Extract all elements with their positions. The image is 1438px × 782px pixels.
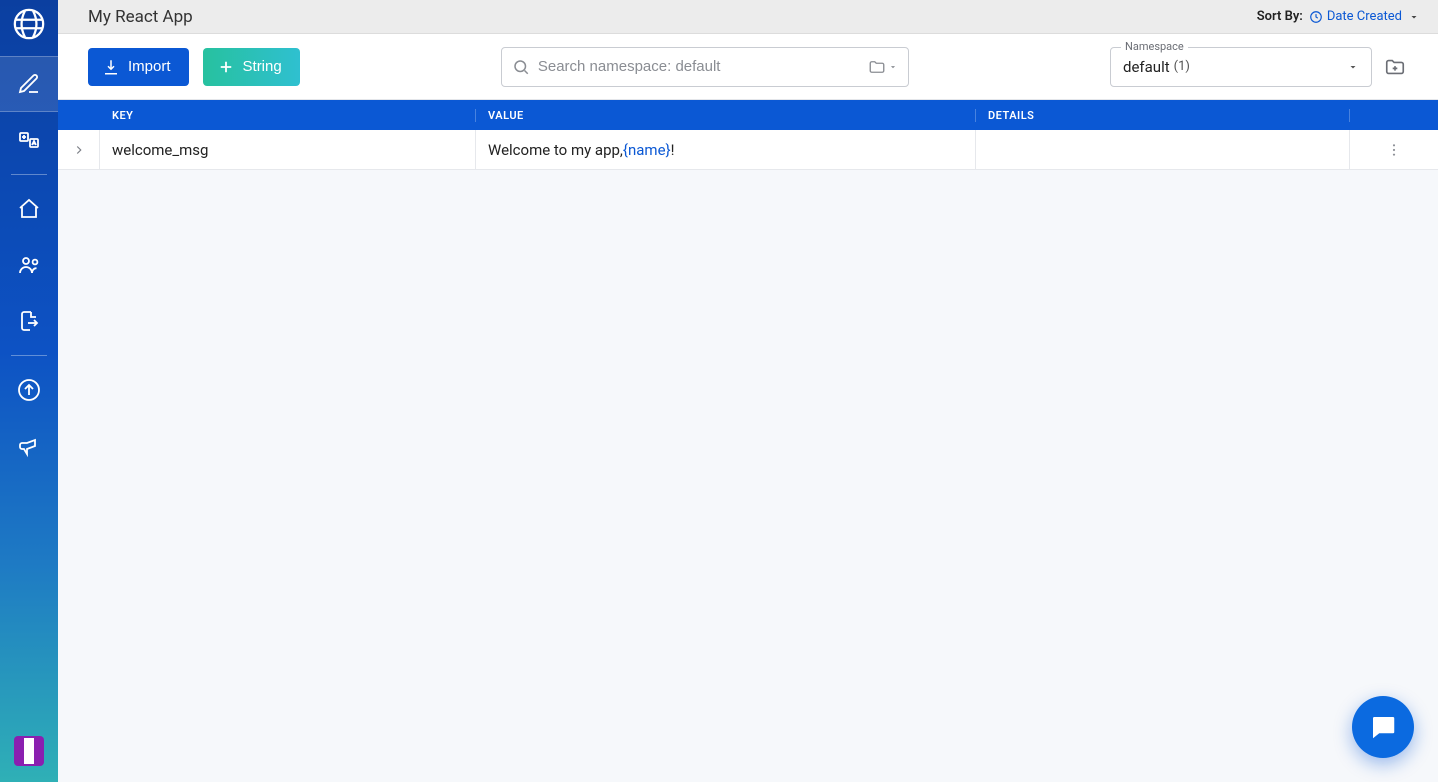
cell-details [976, 130, 1350, 169]
folder-icon [868, 58, 886, 76]
namespace-count: (1) [1174, 59, 1190, 74]
toolbar: Import String Namespace default (1) [58, 34, 1438, 100]
home-icon [17, 197, 41, 221]
search-input[interactable] [538, 58, 860, 75]
search-folder-filter[interactable] [868, 58, 898, 76]
namespace-value: default [1123, 58, 1170, 76]
sidebar-item-announce[interactable] [0, 418, 58, 474]
upload-icon [17, 378, 41, 402]
cell-key: welcome_msg [100, 130, 476, 169]
edit-icon [17, 72, 41, 96]
caret-down-icon [1347, 61, 1359, 73]
chevron-right-icon [72, 143, 86, 157]
chat-fab[interactable] [1352, 696, 1414, 758]
th-details: DETAILS [976, 109, 1350, 122]
app-title: My React App [88, 7, 193, 27]
translate-icon [17, 128, 41, 152]
caret-down-icon [888, 62, 898, 72]
sidebar-item-edit[interactable] [0, 56, 58, 112]
sidebar-divider [11, 355, 47, 356]
table-header: KEY VALUE DETAILS [58, 100, 1438, 130]
import-icon [102, 58, 120, 76]
th-value: VALUE [476, 109, 976, 122]
namespace-select[interactable]: Namespace default (1) [1110, 47, 1372, 87]
table-body: welcome_msg Welcome to my app, {name}! [58, 130, 1438, 782]
sort-by: Sort By: Date Created [1257, 9, 1420, 24]
brand-logo-icon [11, 6, 47, 42]
sidebar-item-team[interactable] [0, 237, 58, 293]
caret-down-icon[interactable] [1408, 11, 1420, 23]
folder-plus-icon [1384, 56, 1406, 78]
sidebar-item-home[interactable] [0, 181, 58, 237]
placeholder-token: {name} [623, 141, 671, 159]
search-icon [512, 58, 530, 76]
megaphone-icon [17, 434, 41, 458]
add-string-button[interactable]: String [203, 48, 300, 86]
th-key: KEY [100, 109, 476, 122]
table-row[interactable]: welcome_msg Welcome to my app, {name}! [58, 130, 1438, 170]
chat-icon [1368, 712, 1398, 742]
team-icon [16, 253, 42, 277]
more-vertical-icon [1386, 142, 1402, 158]
sidebar-item-upload[interactable] [0, 362, 58, 418]
search-box[interactable] [501, 47, 909, 87]
add-namespace-button[interactable] [1382, 54, 1408, 80]
cell-value: Welcome to my app, {name}! [476, 130, 976, 169]
namespace-label: Namespace [1121, 40, 1188, 53]
user-avatar[interactable] [14, 736, 44, 766]
row-expand-toggle[interactable] [58, 130, 100, 169]
sort-by-label: Sort By: [1257, 9, 1303, 24]
import-button[interactable]: Import [88, 48, 189, 86]
clock-icon [1309, 10, 1323, 24]
main: My React App Sort By: Date Created Impor… [58, 0, 1438, 782]
topbar: My React App Sort By: Date Created [58, 0, 1438, 34]
sidebar-item-export[interactable] [0, 293, 58, 349]
row-actions-menu[interactable] [1350, 130, 1438, 169]
plus-icon [217, 58, 235, 76]
sidebar-divider [11, 174, 47, 175]
sidebar-item-translate[interactable] [0, 112, 58, 168]
sort-by-value[interactable]: Date Created [1309, 9, 1402, 24]
export-icon [17, 309, 41, 333]
sidebar [0, 0, 58, 782]
